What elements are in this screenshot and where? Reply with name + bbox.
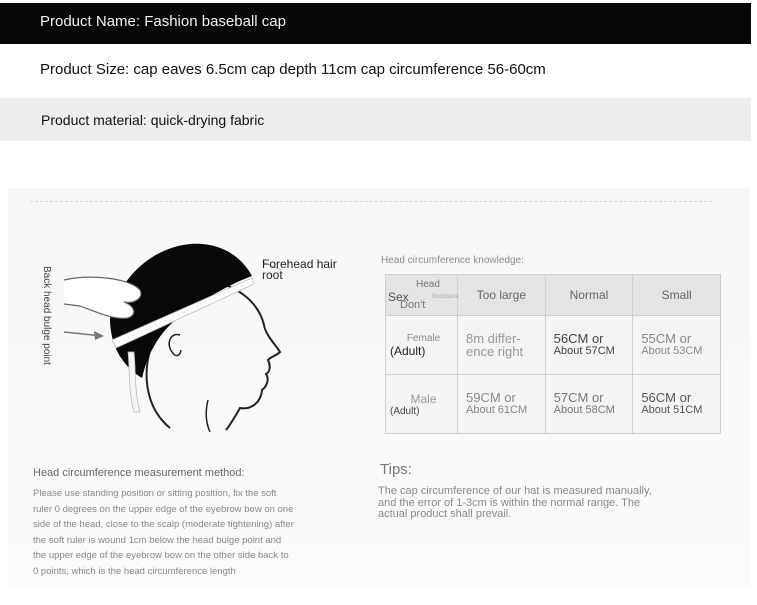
arrow-icon (94, 331, 104, 340)
table-row: Male (Adult) 59CM or About 61CM 57CM or … (385, 374, 721, 434)
table-cell: 56CM or About 57CM (544, 315, 634, 375)
method-line: ruler 0 degrees on the upper edge of the… (33, 503, 294, 515)
size-table: Head Sex Don't Enclosure Too large Norma… (385, 274, 721, 434)
table-cell: 8m differ- ence right (457, 315, 546, 375)
method-line: Please use standing position or sitting … (33, 488, 277, 499)
cell-line: 59CM or (466, 390, 516, 405)
product-material: Product material: quick-drying fabric (41, 112, 265, 128)
table-cell: 56CM or About 51CM (632, 374, 721, 434)
cell-line: ence right (466, 344, 524, 359)
age-label: (Adult) (390, 343, 426, 358)
method-line: the soft ruler is wound 1cm below the he… (33, 534, 282, 546)
product-name: Product Name: Fashion baseball cap (40, 13, 286, 30)
product-size-bar: Product Size: cap eaves 6.5cm cap depth … (0, 48, 751, 92)
cell-line: About 51CM (641, 404, 703, 416)
table-cell: 55CM or About 53CM (632, 315, 721, 375)
cell-line: About 61CM (466, 404, 528, 416)
dashed-divider (30, 201, 712, 202)
method-line: the upper edge of the eyebrow bow on the… (33, 550, 289, 562)
cell-line: 55CM or (641, 331, 692, 346)
cell-line: 56CM or (641, 390, 692, 405)
corner-dont: Don't (400, 299, 426, 311)
back-head-label: Back head bulge point (41, 266, 52, 365)
table-header-row: Head Sex Don't Enclosure Too large Norma… (385, 274, 721, 316)
product-size: Product Size: cap eaves 6.5cm cap depth … (40, 61, 546, 78)
column-header: Small (632, 274, 721, 316)
tips-line: actual product shall prevail. (378, 508, 512, 520)
cell-line: About 57CM (553, 345, 615, 357)
cell-line: 56CM or (553, 331, 604, 346)
head-outline (207, 279, 282, 431)
corner-head: Head (416, 279, 440, 290)
forehead-label: Forehead hair root (262, 257, 337, 282)
knowledge-title: Head circumference knowledge: (381, 255, 524, 266)
sex-label: Male (410, 391, 437, 406)
method-title: Head circumference measurement method: (33, 467, 245, 479)
corner-enclosure: Enclosure (432, 294, 459, 300)
table-cell: 59CM or About 61CM (457, 374, 546, 434)
table-row: Female (Adult) 8m differ- ence right 56C… (385, 315, 721, 375)
method-text: Please use standing position or sitting … (33, 486, 325, 580)
method-line: 0 points, which is the head circumferenc… (33, 565, 236, 577)
sex-cell: Male (Adult) (385, 374, 458, 434)
column-header: Normal (544, 274, 634, 316)
corner-cell: Head Sex Don't Enclosure (385, 274, 459, 316)
product-name-bar: Product Name: Fashion baseball cap (0, 3, 751, 44)
table-cell: 57CM or About 58CM (544, 374, 634, 434)
hand-icon (63, 276, 142, 319)
product-material-bar: Product material: quick-drying fabric (0, 98, 751, 141)
tips-title: Tips: (380, 461, 412, 478)
tips-line: The cap circumference of our hat is meas… (378, 485, 652, 497)
cell-line: About 58CM (553, 404, 615, 416)
column-header: Too large (457, 274, 546, 316)
cell-line: 57CM or (553, 390, 604, 405)
sex-cell: Female (Adult) (385, 315, 458, 375)
age-label: (Adult) (390, 405, 420, 417)
ear-icon (168, 333, 182, 357)
tips-text: The cap circumference of our hat is meas… (378, 485, 698, 521)
sex-label: Female (406, 332, 441, 344)
method-line: side of the head, close to the scalp (mo… (33, 519, 294, 531)
cell-line: About 53CM (641, 345, 703, 357)
